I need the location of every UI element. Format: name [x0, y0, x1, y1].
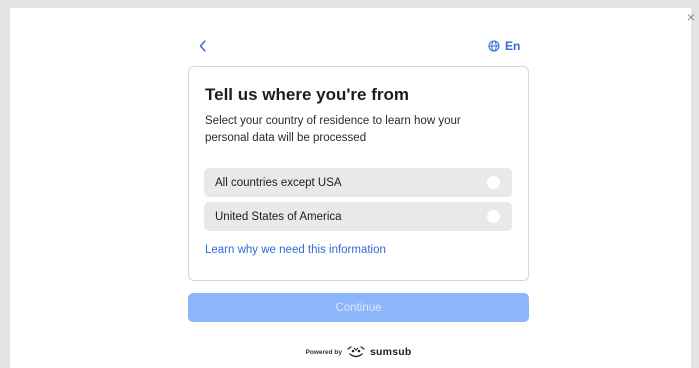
close-icon: × [686, 9, 696, 25]
radio-button[interactable] [487, 210, 500, 223]
continue-button[interactable]: Continue [188, 293, 529, 322]
page-title: Tell us where you're from [205, 85, 409, 104]
globe-icon [488, 40, 500, 52]
close-button[interactable]: × [684, 10, 698, 24]
language-label: En [505, 39, 521, 53]
learn-more-link[interactable]: Learn why we need this information [205, 244, 386, 256]
powered-by-label: Powered by [305, 348, 342, 356]
country-card: Tell us where you're from Select your co… [188, 66, 529, 281]
language-selector[interactable]: En [488, 38, 520, 54]
chevron-left-icon [199, 40, 206, 52]
powered-by-footer: Powered by sumsub [0, 346, 699, 358]
radio-button[interactable] [487, 176, 500, 189]
card-description: Select your country of residence to lear… [205, 115, 461, 144]
option-all-countries-except-usa[interactable]: All countries except USA [204, 168, 512, 197]
sumsub-logo-icon [347, 346, 365, 358]
continue-label: Continue [335, 301, 382, 314]
option-label: All countries except USA [215, 176, 342, 189]
option-united-states[interactable]: United States of America [204, 202, 512, 231]
brand-name: sumsub [370, 346, 412, 358]
back-button[interactable] [196, 38, 210, 54]
option-label: United States of America [215, 210, 342, 223]
